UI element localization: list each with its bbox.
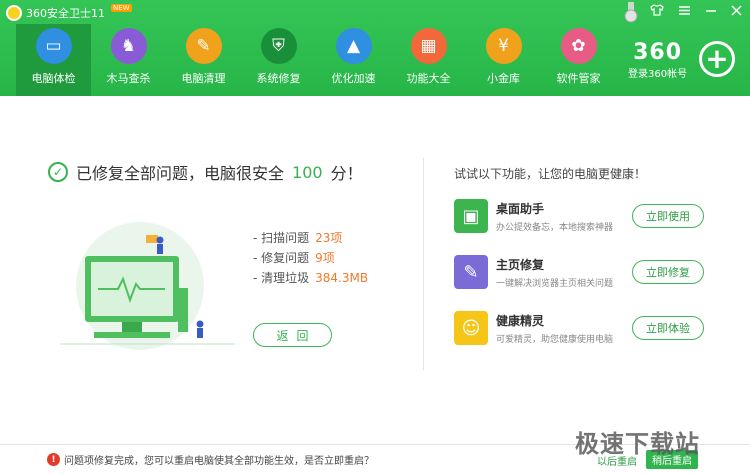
login-link[interactable]: 登录360帐号 (628, 65, 687, 80)
restart-notice: ! 问题项修复完成，您可以重启电脑使其全部功能生效，是否立即重启？ (47, 452, 374, 467)
recommend-heading: 试试以下功能，让您的电脑更健康！ (454, 167, 647, 181)
recommend-name: 健康精灵 (496, 313, 545, 328)
status-prefix: 已修复全部问题，电脑很安全 (76, 164, 285, 183)
stat-row: - 清理垃圾 384.3MB (253, 268, 368, 288)
stat-label: - 清理垃圾 (253, 271, 310, 285)
scan-stats: - 扫描问题 23项 - 修复问题 9项 - 清理垃圾 384.3MB (253, 228, 368, 288)
nav-item-1[interactable]: ♞ 木马查杀 (91, 24, 166, 96)
nav-item-label: 系统修复 (256, 72, 301, 85)
watermark-logo: 极速下载站 (575, 430, 700, 458)
medal-icon[interactable] (623, 2, 639, 24)
safety-score: 100 (292, 162, 323, 182)
nav-item-label: 木马查杀 (106, 72, 151, 85)
nav-item-label: 电脑清理 (181, 72, 226, 85)
recommend-desc: 办公提效备忘，本地搜索神器 (496, 222, 614, 233)
account-brand[interactable]: 360 登录360帐号 (628, 40, 687, 80)
nav-item-label: 功能大全 (406, 72, 451, 85)
divider (423, 158, 424, 370)
nav-item-2[interactable]: ✎ 电脑清理 (166, 24, 241, 96)
stat-value: 384.3MB (315, 271, 369, 285)
horse-icon: ♞ (110, 28, 147, 64)
recommend-text: 主页修复一键解决浏览器主页相关问题 (496, 256, 632, 289)
app-store-icon: ✿ (560, 28, 597, 64)
nav-item-label: 软件管家 (556, 72, 601, 85)
recommend-item: ☺ 健康精灵 可爱精灵，助您健康使用电脑 立即体验 (454, 311, 704, 345)
add-account-icon[interactable]: + (699, 41, 735, 77)
nav-item-5[interactable]: ▦ 功能大全 (391, 24, 466, 96)
nav-item-label: 小金库 (487, 72, 520, 85)
nav-item-label: 电脑体检 (31, 72, 76, 85)
grid-icon: ▦ (410, 28, 447, 64)
app-logo-icon (6, 5, 22, 21)
nav-item-4[interactable]: ▲ 优化加速 (316, 24, 391, 96)
recommend-item: ✎ 主页修复 一键解决浏览器主页相关问题 立即修复 (454, 255, 704, 289)
app-title: 360安全卫士11 NEW (6, 4, 132, 21)
nav-item-0[interactable]: ▭ 电脑体检 (16, 24, 91, 96)
monitor-check-icon: ▭ (35, 28, 72, 64)
desktop-assistant-icon: ▣ (454, 199, 488, 233)
recommend-name: 桌面助手 (496, 201, 545, 216)
stat-row: - 扫描问题 23项 (253, 228, 368, 248)
menu-icon[interactable] (678, 5, 691, 16)
recommend-text: 健康精灵可爱精灵，助您健康使用电脑 (496, 312, 632, 345)
close-icon[interactable] (731, 4, 742, 16)
shirt-icon[interactable] (650, 4, 664, 16)
app-title-text: 360安全卫士11 (26, 7, 105, 20)
stat-value: 9项 (315, 251, 335, 265)
recommend-name: 主页修复 (496, 257, 545, 272)
nav-item-3[interactable]: ⛨ 系统修复 (241, 24, 316, 96)
stat-row: - 修复问题 9项 (253, 248, 368, 268)
back-button[interactable]: 返回 (253, 323, 332, 347)
alert-icon: ! (47, 453, 60, 466)
rocket-icon: ▲ (335, 28, 372, 64)
recommend-desc: 可爱精灵，助您健康使用电脑 (496, 334, 614, 345)
recommend-desc: 一键解决浏览器主页相关问题 (496, 278, 614, 289)
stat-value: 23项 (315, 231, 343, 245)
computer-illustration (60, 222, 235, 350)
main-nav: ▭ 电脑体检 ♞ 木马查杀 ✎ 电脑清理 ⛨ 系统修复 ▲ 优化加速 ▦ 功能大全 ¥ 小金库 ✿ 软件管家 (16, 24, 616, 96)
wrench-icon: ✎ (454, 255, 488, 289)
stat-label: - 修复问题 (253, 251, 310, 265)
recommend-item: ▣ 桌面助手 办公提效备忘，本地搜索神器 立即使用 (454, 199, 704, 233)
stat-label: - 扫描问题 (253, 231, 310, 245)
nav-item-label: 优化加速 (331, 72, 376, 85)
android-sprite-icon: ☺ (454, 311, 488, 345)
minimize-icon[interactable] (705, 5, 717, 16)
status-suffix: 分！ (330, 164, 363, 183)
repair-status: ✓ 已修复全部问题，电脑很安全 100 分！ (48, 160, 363, 184)
nav-item-7[interactable]: ✿ 软件管家 (541, 24, 616, 96)
money-bag-icon: ¥ (485, 28, 522, 64)
nav-item-6[interactable]: ¥ 小金库 (466, 24, 541, 96)
brand-logo-text: 360 (633, 40, 683, 65)
restart-notice-text: 问题项修复完成，您可以重启电脑使其全部功能生效，是否立即重启？ (64, 456, 374, 467)
recommend-text: 桌面助手办公提效备忘，本地搜索神器 (496, 200, 632, 233)
recommend-button[interactable]: 立即体验 (632, 316, 704, 340)
window-controls (650, 4, 742, 16)
recommend-button[interactable]: 立即使用 (632, 204, 704, 228)
top-bar: 360安全卫士11 NEW ▭ 电脑体检 ♞ 木马查杀 ✎ 电脑清理 ⛨ 系统修复 ▲ 优化加速 ▦… (0, 0, 750, 96)
new-badge: NEW (111, 4, 132, 12)
recommend-button[interactable]: 立即修复 (632, 260, 704, 284)
check-circle-icon: ✓ (48, 162, 68, 182)
broom-icon: ✎ (185, 28, 222, 64)
shield-icon: ⛨ (260, 28, 297, 64)
